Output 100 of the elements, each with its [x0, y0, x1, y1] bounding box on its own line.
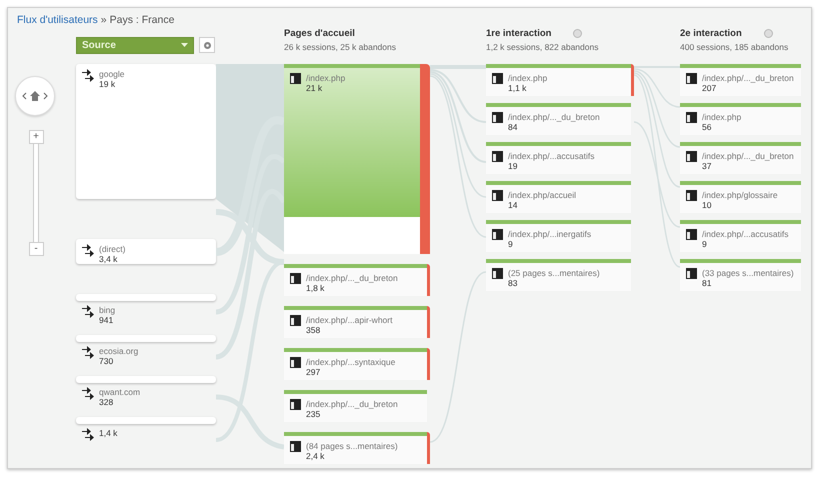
page-icon	[492, 112, 503, 123]
arrows-icon	[82, 69, 94, 83]
page-icon	[290, 273, 301, 284]
session-count: 358	[306, 325, 322, 335]
page-path: (25 pages s...mentaires)	[508, 268, 600, 278]
source-node[interactable]	[76, 417, 216, 424]
page-node[interactable]: /index.php/...apir-whort 358	[284, 306, 427, 338]
source-label: bing	[99, 305, 116, 315]
session-count: 21 k	[306, 83, 324, 93]
page-path: /index.php/..._du_breton	[306, 273, 398, 283]
page-path: /index.php/...inergatifs	[508, 229, 592, 239]
page-icon	[492, 268, 503, 279]
page-path: /index.php	[306, 73, 346, 83]
column-summary: 26 k sessions, 25 k abandons	[284, 42, 397, 52]
page-node[interactable]: (25 pages s...mentaires) 83	[486, 259, 631, 291]
page-path: (33 pages s...mentaires)	[702, 268, 794, 278]
page-path: /index.php/..._du_breton	[508, 112, 600, 122]
gear-icon	[202, 40, 212, 50]
page-path: /index.php/..._du_breton	[702, 73, 794, 83]
source-label: (direct)	[99, 244, 126, 254]
page-path: /index.php/...apir-whort	[306, 315, 392, 325]
column-title: 1re interaction	[486, 28, 552, 39]
session-count: 1,1 k	[508, 83, 528, 93]
page-node[interactable]: /index.php/..._du_breton 84	[486, 103, 631, 135]
info-icon[interactable]	[764, 29, 773, 38]
info-icon[interactable]	[573, 29, 582, 38]
column-title: 2e interaction	[680, 28, 742, 39]
arrows-icon	[82, 428, 94, 442]
page-path: /index.php/accueil	[508, 190, 576, 200]
source-node[interactable]	[76, 376, 216, 383]
session-count: 19 k	[99, 79, 116, 89]
session-count: 56	[702, 122, 712, 132]
zoom-track[interactable]	[33, 144, 39, 242]
page-node[interactable]: /index.php 21 k	[284, 64, 420, 254]
session-count: 9	[702, 239, 708, 249]
page-icon	[492, 73, 503, 84]
source-node[interactable]	[76, 294, 216, 301]
page-path: /index.php/..._du_breton	[702, 151, 794, 161]
page-icon	[686, 229, 697, 240]
page-node[interactable]: /index.php 56	[680, 103, 801, 135]
source-label: google	[99, 69, 125, 79]
page-node[interactable]: /index.php/..._du_breton 1,8 k	[284, 264, 427, 296]
session-count: 1,8 k	[306, 283, 326, 293]
session-count: 9	[508, 239, 514, 249]
page-icon	[290, 73, 301, 84]
source-node[interactable]: google 19 k	[76, 64, 216, 199]
session-count: 3,4 k	[99, 254, 118, 264]
source-node[interactable]: (direct) 3,4 k	[76, 239, 216, 264]
arrows-icon	[82, 305, 94, 319]
breadcrumb-link[interactable]: Flux d'utilisateurs	[17, 14, 98, 26]
session-count: 37	[702, 161, 712, 171]
page-icon	[686, 151, 697, 162]
page-node[interactable]: (84 pages s...mentaires) 2,4 k	[284, 432, 427, 464]
page-node[interactable]: /index.php/...accusatifs 19	[486, 142, 631, 174]
page-node[interactable]: /index.php/...inergatifs 9	[486, 220, 631, 252]
page-path: /index.php/glossaire	[702, 190, 778, 200]
home-icon	[22, 90, 48, 102]
page-node[interactable]: (33 pages s...mentaires) 81	[680, 259, 801, 291]
source-node[interactable]	[76, 335, 216, 342]
page-path: /index.php/...accusatifs	[702, 229, 788, 239]
page-node[interactable]: /index.php/..._du_breton 235	[284, 390, 427, 422]
zoom-out-button[interactable]: -	[28, 242, 44, 256]
page-path: /index.php	[508, 73, 548, 83]
breadcrumb-current: Pays : France	[110, 14, 174, 26]
session-count: 83	[508, 278, 518, 288]
session-count: 941	[99, 315, 114, 325]
arrows-icon	[82, 244, 94, 258]
exit-bar	[427, 432, 430, 464]
zoom-in-button[interactable]: +	[28, 130, 44, 144]
page-icon	[686, 112, 697, 123]
arrows-icon	[82, 387, 94, 401]
source-label: qwant.com	[99, 387, 140, 397]
session-count: 297	[306, 367, 322, 377]
session-count: 207	[702, 83, 718, 93]
page-node[interactable]: /index.php/accueil 14	[486, 181, 631, 213]
caret-icon	[181, 43, 188, 47]
page-path: /index.php/...accusatifs	[508, 151, 594, 161]
page-path: (84 pages s...mentaires)	[306, 441, 398, 451]
session-count: 81	[702, 278, 712, 288]
exit-bar	[427, 306, 430, 338]
page-node[interactable]: /index.php/glossaire 10	[680, 181, 801, 213]
page-icon	[492, 190, 503, 201]
arrows-icon	[82, 346, 94, 360]
home-button[interactable]	[15, 76, 55, 116]
page-node[interactable]: /index.php/..._du_breton 207	[680, 64, 801, 96]
page-node[interactable]: /index.php/..._du_breton 37	[680, 142, 801, 174]
exit-bar	[427, 264, 430, 296]
page-path: /index.php/...syntaxique	[306, 357, 396, 367]
page-node[interactable]: /index.php/...syntaxique 297	[284, 348, 427, 380]
settings-button[interactable]	[199, 37, 215, 53]
column-summary: 400 sessions, 185 abandons	[680, 42, 790, 52]
session-count: 1,4 k	[99, 428, 118, 438]
session-count: 10	[702, 200, 712, 210]
page-node[interactable]: /index.php 1,1 k	[486, 64, 631, 96]
page-icon	[290, 441, 301, 452]
page-path: /index.php/..._du_breton	[306, 399, 398, 409]
page-icon	[290, 315, 301, 326]
page-path: /index.php	[702, 112, 742, 122]
page-node[interactable]: /index.php/...accusatifs 9	[680, 220, 801, 252]
session-count: 19	[508, 161, 518, 171]
